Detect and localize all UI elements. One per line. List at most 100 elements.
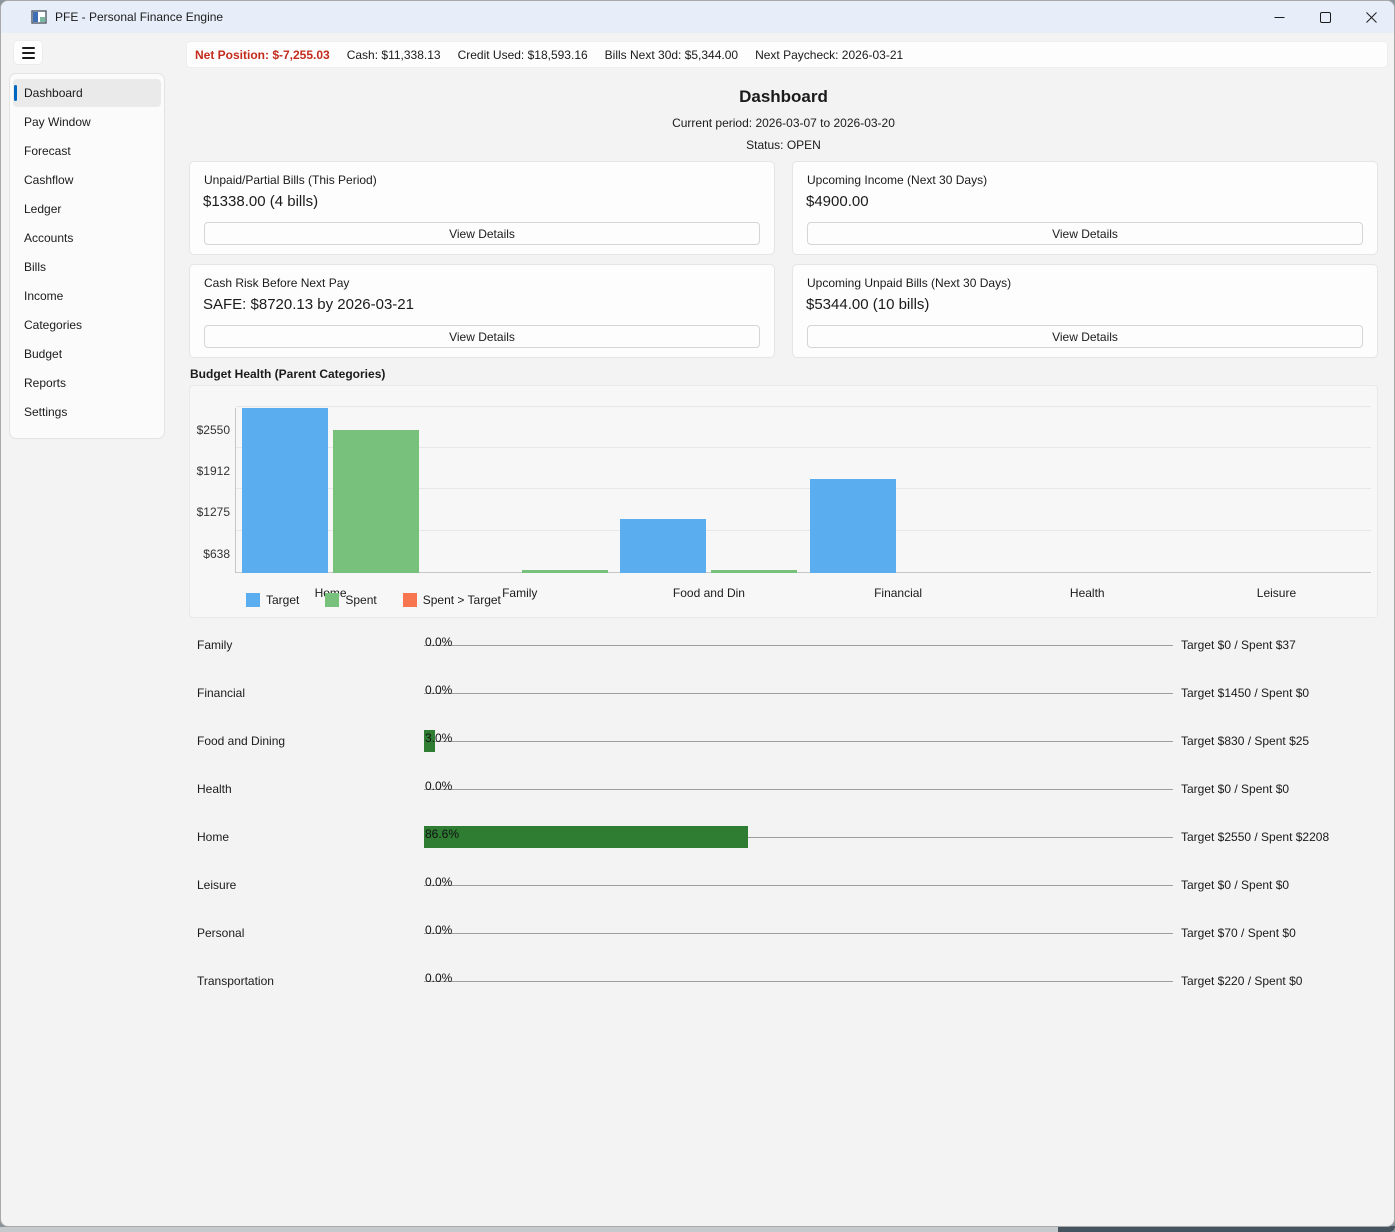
chart-category-group [804,408,993,573]
budget-category-label: Home [197,830,424,844]
budget-progress-list: Family0.0%Target $0 / Spent $37 Financial… [197,621,1378,1005]
window-title: PFE - Personal Finance Engine [55,10,223,24]
progress-percent-label: 0.0% [425,923,452,937]
budget-row-personal: Personal0.0%Target $70 / Spent $0 [197,909,1378,957]
legend-swatch [325,593,339,607]
target-bar [620,519,706,573]
hamburger-icon [22,47,35,49]
y-axis-tick-label: $1275 [192,505,230,519]
sidebar-item-label: Cashflow [24,173,73,187]
summary-card-upcoming-income-next-30-days: Upcoming Income (Next 30 Days)$4900.00Vi… [792,161,1378,255]
main-header: Dashboard Current period: 2026-03-07 to … [189,86,1378,152]
page-title: Dashboard [189,86,1378,107]
progress-percent-label: 0.0% [425,875,452,889]
budget-target-spent-label: Target $1450 / Spent $0 [1181,686,1309,700]
minimize-button[interactable] [1256,1,1302,33]
cash-value: Cash: $11,338.13 [347,48,441,62]
sidebar-item-budget[interactable]: Budget [13,340,161,368]
sidebar-item-settings[interactable]: Settings [13,398,161,426]
view-details-button[interactable]: View Details [204,325,760,348]
sidebar-item-accounts[interactable]: Accounts [13,224,161,252]
budget-target-spent-label: Target $2550 / Spent $2208 [1181,830,1329,844]
progress-track [424,981,1173,982]
chart-category-group [1182,408,1371,573]
chart-category-group [993,408,1182,573]
close-button[interactable] [1348,1,1394,33]
budget-row-health: Health0.0%Target $0 / Spent $0 [197,765,1378,813]
view-details-button[interactable]: View Details [204,222,760,245]
sidebar-item-cashflow[interactable]: Cashflow [13,166,161,194]
sidebar-item-categories[interactable]: Categories [13,311,161,339]
budget-target-spent-label: Target $830 / Spent $25 [1181,734,1309,748]
view-details-button[interactable]: View Details [807,222,1363,245]
progress-track [424,645,1173,646]
budget-category-label: Financial [197,686,424,700]
chart-legend: TargetSpentSpent > Target [246,593,501,607]
budget-progress-bar: 0.0% [424,861,1173,909]
sidebar-item-label: Accounts [24,231,73,245]
x-axis-label: Health [993,586,1182,600]
budget-progress-bar: 0.0% [424,669,1173,717]
budget-progress-bar: 0.0% [424,957,1173,1005]
progress-percent-label: 0.0% [425,779,452,793]
summary-card-unpaid-partial-bills-this-period: Unpaid/Partial Bills (This Period) $1338.… [189,161,775,255]
menu-toggle-button[interactable] [13,40,43,65]
legend-item-spent: Spent [325,593,376,607]
budget-health-title: Budget Health (Parent Categories) [190,367,385,381]
progress-track [424,789,1173,790]
sidebar-item-dashboard[interactable]: Dashboard [13,79,161,107]
card-value: SAFE: $8720.13 by 2026-03-21 [203,296,414,313]
budget-category-label: Food and Dining [197,734,424,748]
legend-swatch [403,593,417,607]
current-period-label: Current period: 2026-03-07 to 2026-03-20 [189,116,1378,130]
y-axis-tick-label: $1912 [192,464,230,478]
summary-card-upcoming-unpaid-bills-next-30-days: Upcoming Unpaid Bills (Next 30 Days) $534… [792,264,1378,358]
chart-category-group [425,408,614,573]
legend-item-target: Target [246,593,299,607]
budget-progress-bar: 0.0% [424,765,1173,813]
budget-row-leisure: Leisure0.0%Target $0 / Spent $0 [197,861,1378,909]
card-value: $5344.00 (10 bills) [806,296,929,313]
sidebar-item-forecast[interactable]: Forecast [13,137,161,165]
budget-target-spent-label: Target $0 / Spent $0 [1181,878,1289,892]
budget-row-family: Family0.0%Target $0 / Spent $37 [197,621,1378,669]
budget-row-food-and-dining: Food and Dining3.0%Target $830 / Spent $… [197,717,1378,765]
progress-track [424,933,1173,934]
sidebar-item-reports[interactable]: Reports [13,369,161,397]
target-bar [810,479,896,573]
maximize-button[interactable] [1302,1,1348,33]
credit-used-value: Credit Used: $18,593.16 [458,48,588,62]
window-controls [1256,1,1394,33]
card-value: $1338.00 (4 bills) [203,193,318,210]
x-axis-label: Food and Din [614,586,803,600]
sidebar-item-bills[interactable]: Bills [13,253,161,281]
progress-percent-label: 0.0% [425,683,452,697]
sidebar-item-ledger[interactable]: Ledger [13,195,161,223]
card-title: Upcoming Income (Next 30 Days) [807,173,987,187]
budget-row-transportation: Transportation0.0%Target $220 / Spent $0 [197,957,1378,1005]
budget-health-chart: $638$1275$1912$2550HomeFamilyFood and Di… [189,385,1378,618]
close-icon [1366,12,1377,23]
bills-next-30d-value: Bills Next 30d: $5,344.00 [605,48,738,62]
sidebar-item-label: Settings [24,405,67,419]
sidebar-item-label: Forecast [24,144,71,158]
sidebar-item-label: Ledger [24,202,61,216]
budget-target-spent-label: Target $0 / Spent $37 [1181,638,1296,652]
card-title: Unpaid/Partial Bills (This Period) [204,173,377,187]
sidebar-item-pay-window[interactable]: Pay Window [13,108,161,136]
sidebar-item-income[interactable]: Income [13,282,161,310]
budget-progress-bar: 0.0% [424,909,1173,957]
budget-category-label: Transportation [197,974,424,988]
progress-track [424,885,1173,886]
title-bar: PFE - Personal Finance Engine [1,1,1394,33]
card-title: Upcoming Unpaid Bills (Next 30 Days) [807,276,1011,290]
gridline [236,406,1371,407]
spent-bar [333,430,419,573]
view-details-button[interactable]: View Details [807,325,1363,348]
screen: PFE - Personal Finance Engine Net Positi… [0,0,1395,1232]
sidebar-item-label: Dashboard [24,86,83,100]
progress-fill [424,826,748,848]
progress-track [424,693,1173,694]
legend-swatch [246,593,260,607]
budget-target-spent-label: Target $0 / Spent $0 [1181,782,1289,796]
